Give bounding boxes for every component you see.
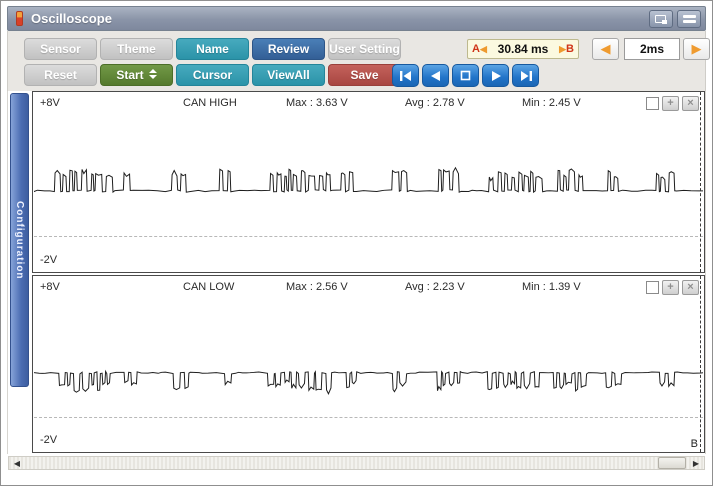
scrollbar-thumb[interactable]	[658, 457, 686, 469]
oscilloscope-window: Oscilloscope Sensor Theme Name Review Us…	[0, 0, 713, 486]
play-button[interactable]	[482, 64, 509, 87]
viewall-button[interactable]: ViewAll	[252, 64, 325, 86]
save-button[interactable]: Save	[328, 64, 401, 86]
configuration-tab-label: Configuration	[14, 200, 25, 280]
min-value-label: Min : 2.45 V	[522, 97, 581, 109]
skip-to-start-button[interactable]	[392, 64, 419, 87]
scroll-right-button[interactable]: ▶	[690, 458, 702, 468]
cursor-a-label: A	[472, 43, 480, 55]
channel-panel-can-high: +8V CAN HIGH Max : 3.63 V Avg : 2.78 V M…	[32, 91, 705, 273]
can-low-waveform	[34, 369, 703, 395]
theme-button[interactable]: Theme	[100, 38, 173, 60]
cursor-b-line[interactable]	[700, 92, 701, 272]
close-channel-button[interactable]: ×	[682, 280, 699, 295]
zero-volt-gridline	[34, 416, 703, 418]
timebase-value-field[interactable]: 2ms	[624, 38, 680, 60]
channel-name-label: CAN HIGH	[183, 97, 237, 109]
add-channel-button[interactable]: +	[662, 96, 679, 111]
channel-checkbox[interactable]	[646, 281, 659, 294]
user-setting-button[interactable]: User Setting	[328, 38, 401, 60]
review-button[interactable]: Review	[252, 38, 325, 60]
scope-display-area: Configuration +8V CAN HIGH Max : 3.63 V …	[7, 91, 706, 454]
timebase-decrease-button[interactable]: ◀	[592, 38, 619, 60]
start-button-label: Start	[116, 68, 144, 82]
zero-volt-gridline	[34, 236, 703, 237]
skip-start-icon	[399, 70, 411, 81]
reset-button[interactable]: Reset	[24, 64, 97, 86]
toolbar: Sensor Theme Name Review User Setting Re…	[7, 31, 710, 91]
left-arrow-icon: ◀	[600, 41, 611, 56]
avg-value-label: Avg : 2.78 V	[405, 97, 465, 109]
timebase-increase-button[interactable]: ▶	[683, 38, 710, 60]
ab-delta-value: 30.84 ms	[497, 42, 549, 56]
title-bar: Oscilloscope	[7, 6, 706, 31]
play-backward-icon	[430, 70, 440, 81]
right-arrow-icon: ▶	[691, 41, 702, 56]
b-right-arrow-icon: ▶	[559, 44, 567, 54]
ab-time-readout: A◀ 30.84 ms ▶B	[467, 39, 579, 59]
cursor-button[interactable]: Cursor	[176, 64, 249, 86]
skip-end-icon	[520, 70, 532, 81]
top-voltage-label: +8V	[40, 97, 60, 109]
channel-panel-can-low: +8V CAN LOW Max : 2.56 V Avg : 2.23 V Mi…	[32, 275, 705, 453]
window-title: Oscilloscope	[31, 11, 112, 26]
cursor-b-line[interactable]	[700, 276, 701, 452]
can-high-waveform	[34, 166, 703, 194]
channel-checkbox[interactable]	[646, 97, 659, 110]
close-channel-button[interactable]: ×	[682, 96, 699, 111]
max-value-label: Max : 3.63 V	[286, 97, 348, 109]
sensor-button[interactable]: Sensor	[24, 38, 97, 60]
horizontal-scrollbar[interactable]: ◀ ▶	[8, 456, 705, 470]
cursor-b-readout-label: B	[566, 43, 574, 55]
scroll-left-button[interactable]: ◀	[11, 458, 23, 468]
cursor-b-tag: B	[690, 438, 698, 450]
restore-window-button[interactable]	[649, 10, 673, 28]
configuration-tab[interactable]: Configuration	[10, 93, 29, 387]
restore-icon	[655, 15, 667, 24]
minimize-icon	[683, 15, 696, 25]
bottom-voltage-label: -2V	[40, 434, 58, 446]
skip-to-end-button[interactable]	[512, 64, 539, 87]
max-value-label: Max : 2.56 V	[286, 281, 348, 293]
minimize-window-button[interactable]	[677, 10, 701, 28]
stop-button[interactable]	[452, 64, 479, 87]
start-spinner-icon	[148, 69, 157, 80]
add-channel-button[interactable]: +	[662, 280, 679, 295]
avg-value-label: Avg : 2.23 V	[405, 281, 465, 293]
app-icon	[16, 11, 23, 26]
bottom-voltage-label: -2V	[40, 254, 58, 266]
a-left-arrow-icon: ◀	[479, 44, 487, 54]
channel-name-label: CAN LOW	[183, 281, 235, 293]
step-back-button[interactable]	[422, 64, 449, 87]
min-value-label: Min : 1.39 V	[522, 281, 581, 293]
name-button[interactable]: Name	[176, 38, 249, 60]
top-voltage-label: +8V	[40, 281, 60, 293]
play-forward-icon	[491, 70, 501, 81]
stop-icon	[460, 70, 471, 81]
start-button[interactable]: Start	[100, 64, 173, 86]
